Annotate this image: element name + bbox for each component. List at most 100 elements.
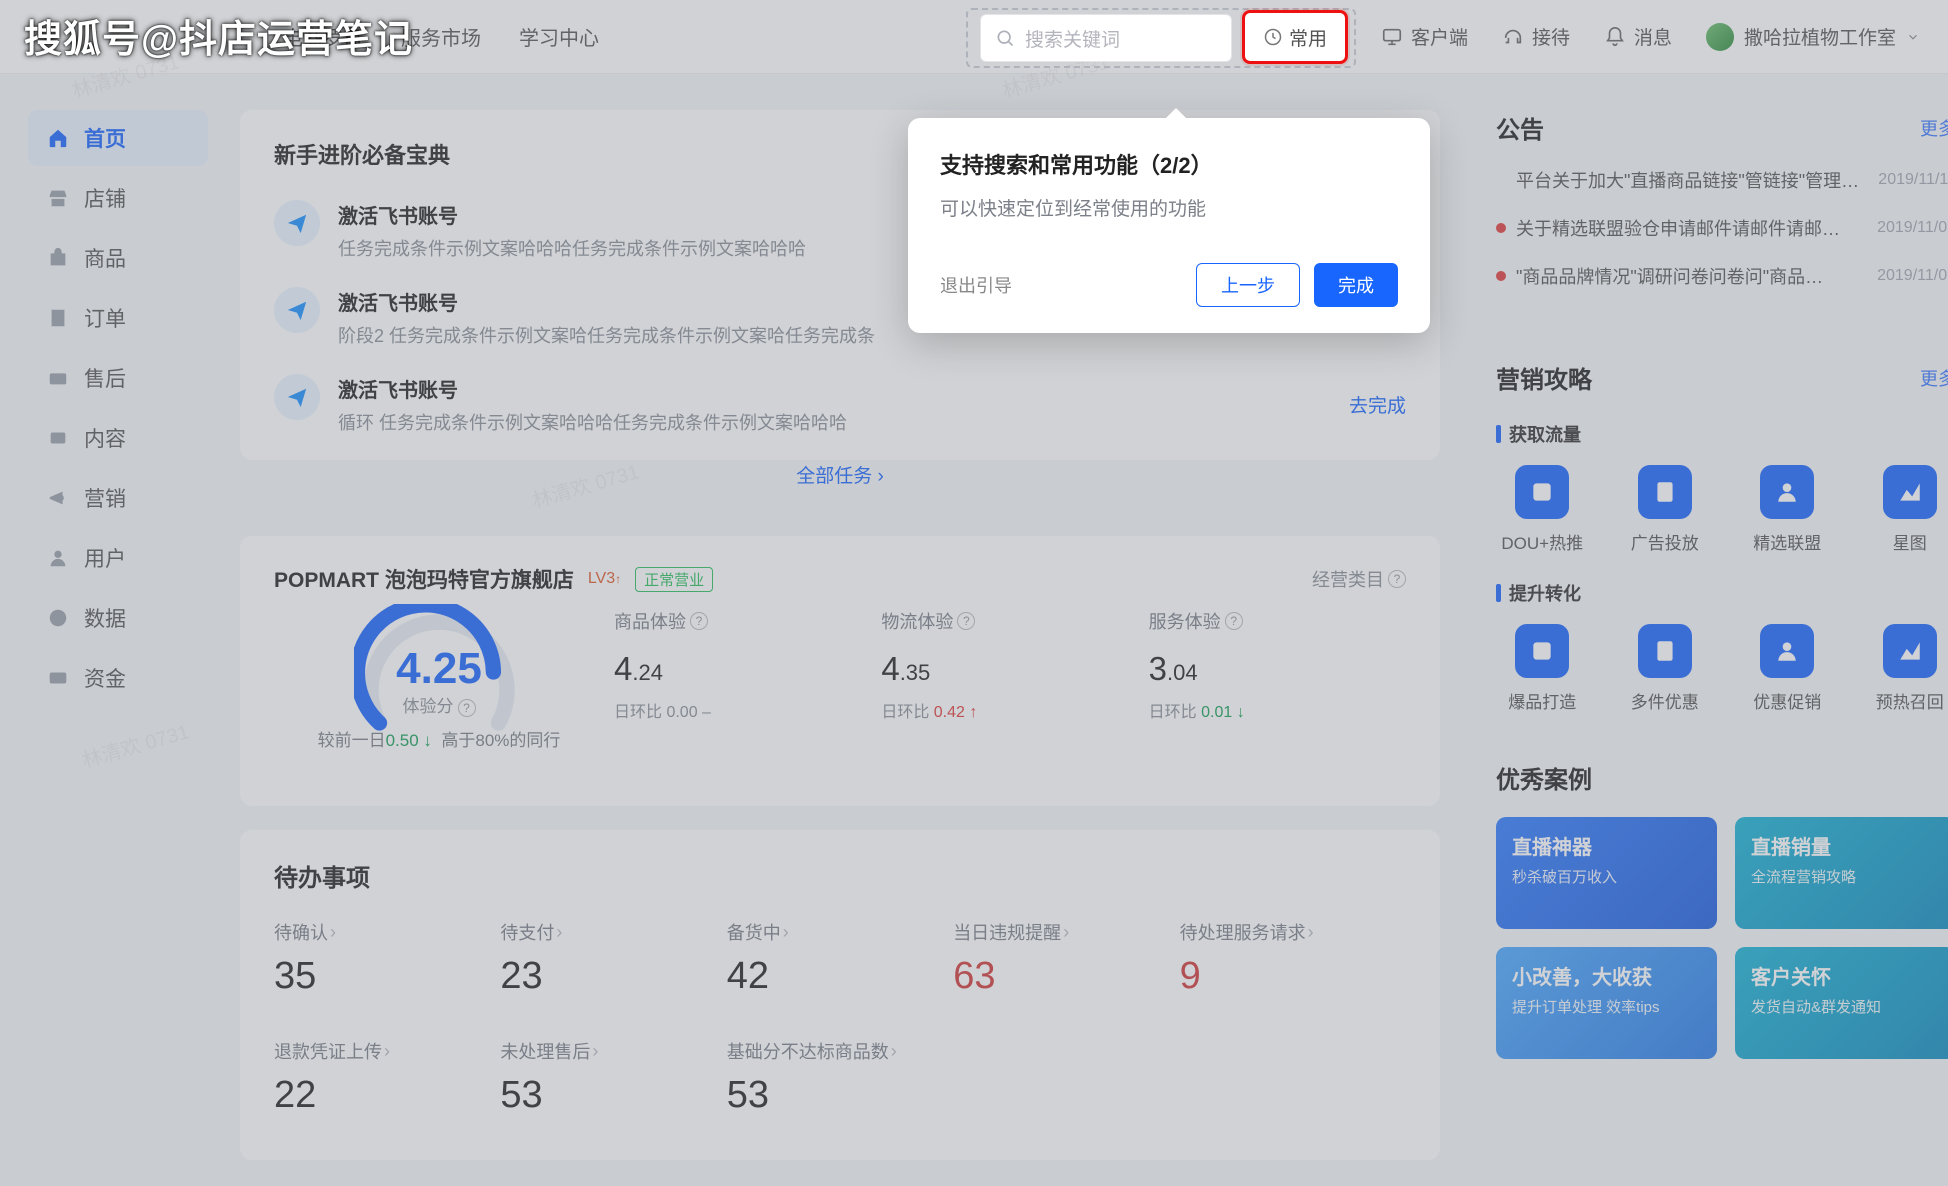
header-user[interactable]: 撒哈拉植物工作室 [1706,23,1920,51]
metric-delta: 日环比 0.00 – [614,698,871,722]
case-title: 小改善，大收获 [1512,961,1701,990]
sidebar-label: 用户 [84,543,126,573]
avatar [1706,23,1734,51]
popover-done-button[interactable]: 完成 [1314,263,1398,307]
tile-icon [1515,465,1569,519]
sidebar-label: 首页 [84,123,126,153]
strategy-tile[interactable]: 优惠促销 [1741,624,1834,713]
sidebar: 首页 店铺 商品 订单 售后 内容 营销 用户 数据 资金 [28,110,208,710]
metric-2: 服务体验? 3.04 日环比 0.01 ↓ [1139,608,1406,751]
header-message[interactable]: 消息 [1604,23,1672,50]
metric-0: 商品体验? 4.24 日环比 0.00 – [604,608,871,751]
announcement-date: 2019/11/01 [1877,267,1948,285]
strategy-more[interactable]: 更多 [1920,365,1948,391]
sidebar-item-data[interactable]: 数据 [28,590,208,646]
todo-cell[interactable]: 待处理服务请求 9 [1180,919,1406,998]
announcement-panel: 公告更多 平台关于加大"直播商品链接"管链接"管理… 2019/11/11 关于… [1496,110,1948,289]
sidebar-item-order[interactable]: 订单 [28,290,208,346]
strategy-tile[interactable]: DOU+热推 [1496,465,1589,554]
sidebar-item-after[interactable]: 售后 [28,350,208,406]
search-icon [995,28,1015,48]
popover-title: 支持搜索和常用功能（2/2） [940,148,1398,180]
strategy-tile[interactable]: 多件优惠 [1619,624,1712,713]
popover-prev-button[interactable]: 上一步 [1196,263,1300,307]
search-input[interactable]: 搜索关键词 [980,14,1232,62]
metric-delta: 日环比 0.01 ↓ [1149,698,1406,722]
sidebar-item-goods[interactable]: 商品 [28,230,208,286]
all-tasks-link[interactable]: 全部任务 [274,461,1406,488]
store-icon [46,186,70,210]
popover-exit[interactable]: 退出引导 [940,272,1012,298]
hot-dot-icon [1496,271,1506,281]
todo-title: 待办事项 [274,858,1406,893]
case-subtitle: 全流程营销攻略 [1751,866,1940,887]
todo-label: 未处理售后 [500,1038,726,1064]
announcement-text: 平台关于加大"直播商品链接"管链接"管理… [1516,167,1868,193]
metric-1: 物流体验? 4.35 日环比 0.42 ↑ [871,608,1138,751]
sidebar-item-fund[interactable]: 资金 [28,650,208,706]
sidebar-item-user[interactable]: 用户 [28,530,208,586]
announcement-row[interactable]: "商品品牌情况"调研问卷问卷问"商品… 2019/11/01 [1496,263,1948,289]
metric-value: 3.04 [1149,650,1406,688]
header-client-label: 客户端 [1411,23,1468,50]
sidebar-item-content[interactable]: 内容 [28,410,208,466]
todo-cell[interactable]: 备货中 42 [727,919,953,998]
todo-cell[interactable]: 基础分不达标商品数 53 [727,1038,953,1117]
sidebar-label: 售后 [84,363,126,393]
case-title: 直播销量 [1751,831,1940,860]
metric-label: 服务体验? [1149,608,1406,634]
header-client[interactable]: 客户端 [1381,23,1468,50]
announcement-date: 2019/11/08 [1877,219,1948,237]
case-card[interactable]: 直播销量全流程营销攻略 [1735,817,1948,929]
todo-cell[interactable]: 当日违规提醒 63 [953,919,1179,998]
todo-card: 待办事项 待确认 35待支付 23备货中 42当日违规提醒 63待处理服务请求 … [240,830,1440,1160]
todo-cell[interactable]: 退款凭证上传 22 [274,1038,500,1117]
sidebar-item-marketing[interactable]: 营销 [28,470,208,526]
todo-value: 23 [500,955,726,998]
announcement-row[interactable]: 关于精选联盟验仓申请邮件请邮件请邮… 2019/11/08 [1496,215,1948,241]
todo-cell[interactable]: 未处理售后 53 [500,1038,726,1117]
tile-icon [1638,624,1692,678]
todo-cell[interactable]: 待确认 35 [274,919,500,998]
header-message-label: 消息 [1634,23,1672,50]
case-card[interactable]: 小改善，大收获提升订单处理 效率tips [1496,947,1717,1059]
case-card[interactable]: 客户关怀发货自动&群发通知 [1735,947,1948,1059]
metric-value: 4.35 [881,650,1138,688]
store-score-card: POPMART 泡泡玛特官方旗舰店 LV3 正常营业 经营类目? 4.25 体验… [240,536,1440,806]
help-icon: ? [957,612,975,630]
todo-label: 当日违规提醒 [953,919,1179,945]
tile-label: 精选联盟 [1753,529,1821,554]
sidebar-label: 数据 [84,603,126,633]
store-category[interactable]: 经营类目? [1312,566,1406,592]
task-go-link[interactable]: 去完成 [1349,391,1406,418]
todo-value: 35 [274,955,500,998]
strategy-tile[interactable]: 精选联盟 [1741,465,1834,554]
sidebar-label: 资金 [84,663,126,693]
strategy-panel: 营销攻略更多 获取流量 DOU+热推广告投放精选联盟星图 提升转化 爆品打造多件… [1496,360,1948,713]
header-service[interactable]: 接待 [1502,23,1570,50]
todo-cell[interactable]: 待支付 23 [500,919,726,998]
strategy-section-convert: 提升转化 [1496,580,1948,606]
sidebar-item-home[interactable]: 首页 [28,110,208,166]
nav-learn[interactable]: 学习中心 [519,22,599,51]
metric-delta: 日环比 0.42 ↑ [881,698,1138,722]
common-button[interactable]: 常用 [1242,10,1348,64]
todo-label: 待确认 [274,919,500,945]
strategy-tile[interactable]: 星图 [1864,465,1948,554]
announce-more[interactable]: 更多 [1920,115,1948,141]
strategy-tile[interactable]: 预热召回 [1864,624,1948,713]
strategy-tile[interactable]: 爆品打造 [1496,624,1589,713]
store-status: 正常营业 [635,567,713,592]
fund-icon [46,666,70,690]
case-card[interactable]: 直播神器秒杀破百万收入 [1496,817,1717,929]
hot-dot-icon [1496,175,1506,185]
announcement-row[interactable]: 平台关于加大"直播商品链接"管链接"管理… 2019/11/11 [1496,167,1948,193]
todo-value: 53 [727,1074,953,1117]
tile-icon [1760,624,1814,678]
strategy-tile[interactable]: 广告投放 [1619,465,1712,554]
sidebar-item-store[interactable]: 店铺 [28,170,208,226]
strategy-section-traffic: 获取流量 [1496,421,1948,447]
data-icon [46,606,70,630]
tile-icon [1515,624,1569,678]
sidebar-label: 订单 [84,303,126,333]
